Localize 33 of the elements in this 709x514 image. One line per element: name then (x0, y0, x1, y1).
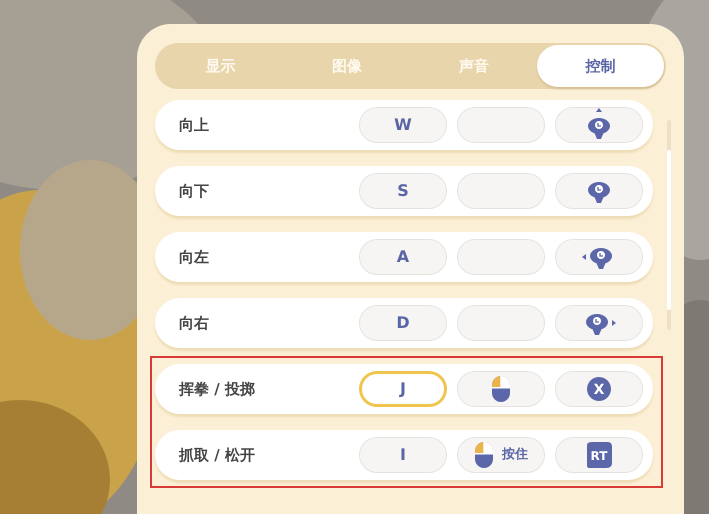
control-row[interactable]: 向下 S (155, 166, 653, 216)
hold-label: 按住 (502, 446, 528, 464)
mouse-icon (474, 441, 494, 469)
key-binding-button[interactable]: J (359, 371, 447, 407)
key-binding-button[interactable]: W (359, 107, 447, 143)
mouse-icon (491, 375, 511, 403)
tab[interactable]: 控制 (537, 45, 664, 87)
action-label: 向右 (179, 312, 210, 334)
key-binding-button[interactable]: D (359, 305, 447, 341)
trigger-icon: RT (584, 441, 614, 469)
controller-button-icon: X (586, 376, 612, 402)
action-label: 挥拳 / 投掷 (179, 378, 256, 400)
gamepad-binding-button[interactable]: X (555, 371, 643, 407)
gamepad-binding-button[interactable]: RT (555, 437, 643, 473)
gamepad-binding-button[interactable] (555, 107, 643, 143)
key-binding-button[interactable]: A (359, 239, 447, 275)
action-label: 向下 (179, 180, 210, 202)
gamepad-binding-button[interactable] (555, 173, 643, 209)
control-row[interactable]: 向左 A (155, 232, 653, 282)
control-row[interactable]: 挥拳 / 投掷 J X (155, 364, 653, 414)
key-binding-button[interactable]: I (359, 437, 447, 473)
action-label: 向左 (179, 246, 210, 268)
mouse-binding-button[interactable] (457, 371, 545, 407)
gamepad-binding-button[interactable] (555, 239, 643, 275)
scrollbar-thumb[interactable] (667, 150, 671, 310)
gamepad-binding-button[interactable] (555, 305, 643, 341)
control-row[interactable]: 向上 W (155, 100, 653, 150)
action-label: 抓取 / 松开 (179, 444, 256, 466)
action-label: 向上 (179, 114, 210, 136)
mouse-binding-button[interactable]: 按住 (457, 437, 545, 473)
control-row[interactable]: 向右 D (155, 298, 653, 348)
key-binding-button[interactable]: S (359, 173, 447, 209)
control-row[interactable]: 抓取 / 松开 I 按住 RT (155, 430, 653, 480)
